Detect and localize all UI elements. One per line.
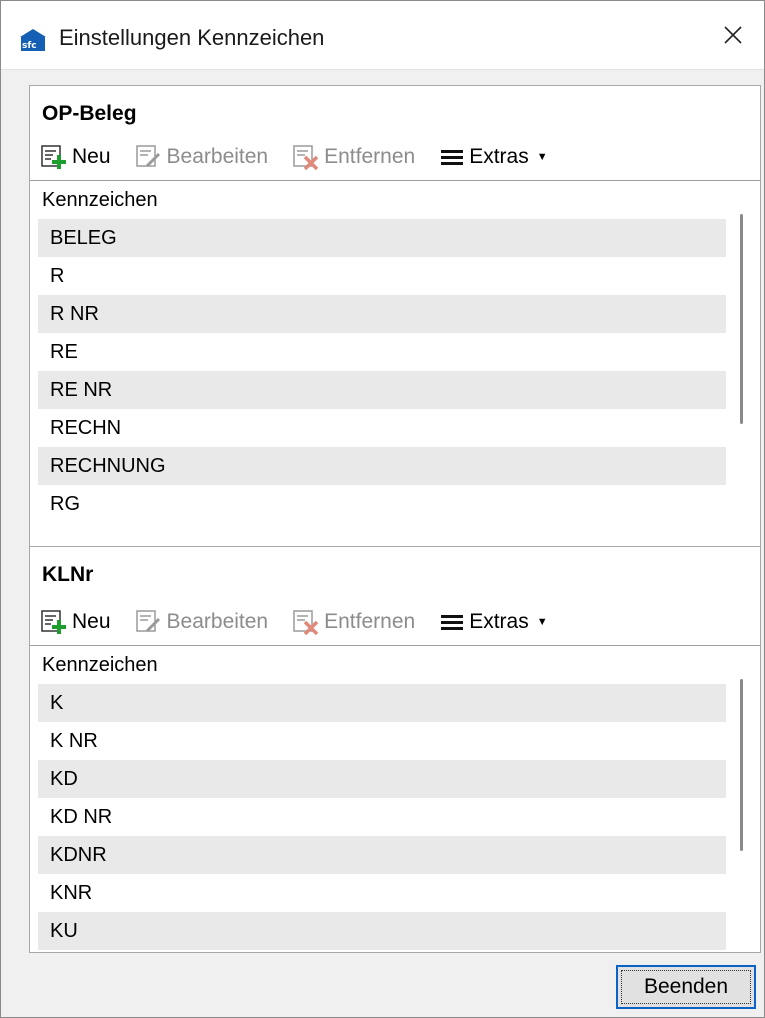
menu-icon xyxy=(441,150,464,165)
section-title: KLNr xyxy=(42,563,94,586)
dialog-window: sfc Einstellungen Kennzeichen OP-Beleg N… xyxy=(0,0,765,1018)
toolbar: Neu Bearbeiten Entfernen Extras ▼ xyxy=(40,140,760,174)
table-row[interactable]: RG xyxy=(38,485,728,523)
window-title: Einstellungen Kennzeichen xyxy=(59,25,325,50)
kennzeichen-table: Kennzeichen BELEG R R NR RE RE NR RECHN RECHNU… xyxy=(30,180,760,546)
vertical-scrollbar[interactable] xyxy=(726,181,760,546)
kennzeichen-table: Kennzeichen KK NR KD KD NR KDNR KNR KU xyxy=(30,645,760,952)
remove-button[interactable]: Entfernen xyxy=(292,609,415,635)
section-klnr: KLNr Neu Bearbeiten Entfernen Extras ▼ K… xyxy=(29,546,761,953)
new-button-label: Neu xyxy=(72,610,111,633)
new-button[interactable]: Neu xyxy=(40,609,111,635)
delete-document-icon xyxy=(293,145,319,170)
column-header[interactable]: Kennzeichen xyxy=(30,181,720,219)
add-document-icon xyxy=(41,145,66,169)
scrollbar-thumb[interactable] xyxy=(740,679,743,851)
table-row[interactable]: K xyxy=(38,684,728,722)
table-row[interactable]: KDNR xyxy=(38,836,728,874)
table-rows: BELEG R R NR RE RE NR RECHN RECHNUNG RG xyxy=(38,219,760,523)
scrollbar-thumb[interactable] xyxy=(740,214,743,424)
focus-rectangle xyxy=(621,970,751,1004)
table-row[interactable]: K NR xyxy=(38,722,728,760)
table-row[interactable]: RECHNUNG xyxy=(38,447,728,485)
edit-button-label: Bearbeiten xyxy=(166,610,269,633)
add-document-icon xyxy=(41,610,66,634)
app-logo-icon: sfc xyxy=(20,29,46,51)
extras-button-label: Extras xyxy=(469,145,529,168)
table-row[interactable]: KD NR xyxy=(38,798,728,836)
remove-button[interactable]: Entfernen xyxy=(292,144,415,170)
close-button[interactable] xyxy=(702,1,764,69)
svg-text:sfc: sfc xyxy=(22,41,37,51)
section-title: OP-Beleg xyxy=(42,102,137,125)
extras-button-label: Extras xyxy=(469,610,529,633)
edit-button[interactable]: Bearbeiten xyxy=(135,609,269,635)
table-row[interactable]: RECHN xyxy=(38,409,728,447)
section-op-beleg: OP-Beleg Neu Bearbeiten Entfernen Extras… xyxy=(29,85,761,547)
table-row[interactable]: KNR xyxy=(38,874,728,912)
table-row[interactable]: R NR xyxy=(38,295,728,333)
table-row[interactable]: RE xyxy=(38,333,728,371)
remove-button-label: Entfernen xyxy=(324,145,416,168)
menu-icon xyxy=(441,615,464,630)
table-rows: KK NR KD KD NR KDNR KNR KU xyxy=(38,684,760,950)
table-row[interactable]: R xyxy=(38,257,728,295)
remove-button-label: Entfernen xyxy=(324,610,416,633)
delete-document-icon xyxy=(293,610,319,635)
column-header[interactable]: Kennzeichen xyxy=(30,646,720,684)
toolbar: Neu Bearbeiten Entfernen Extras ▼ xyxy=(40,605,760,639)
table-row[interactable]: KU xyxy=(38,912,728,950)
dropdown-caret-icon: ▼ xyxy=(536,151,548,163)
edit-button[interactable]: Bearbeiten xyxy=(135,144,269,170)
title-bar: sfc Einstellungen Kennzeichen xyxy=(1,1,764,70)
close-icon xyxy=(724,26,742,44)
new-button-label: Neu xyxy=(72,145,111,168)
edit-document-icon xyxy=(135,145,160,168)
table-row[interactable]: BELEG xyxy=(38,219,728,257)
edit-button-label: Bearbeiten xyxy=(166,145,269,168)
extras-menu-button[interactable]: Extras ▼ xyxy=(439,145,548,169)
table-row[interactable]: KD xyxy=(38,760,728,798)
edit-document-icon xyxy=(135,610,160,633)
table-row[interactable]: RE NR xyxy=(38,371,728,409)
extras-menu-button[interactable]: Extras ▼ xyxy=(439,610,548,634)
close-dialog-button[interactable]: Beenden xyxy=(616,965,756,1009)
vertical-scrollbar[interactable] xyxy=(726,646,760,952)
new-button[interactable]: Neu xyxy=(40,144,111,170)
dropdown-caret-icon: ▼ xyxy=(536,616,548,628)
